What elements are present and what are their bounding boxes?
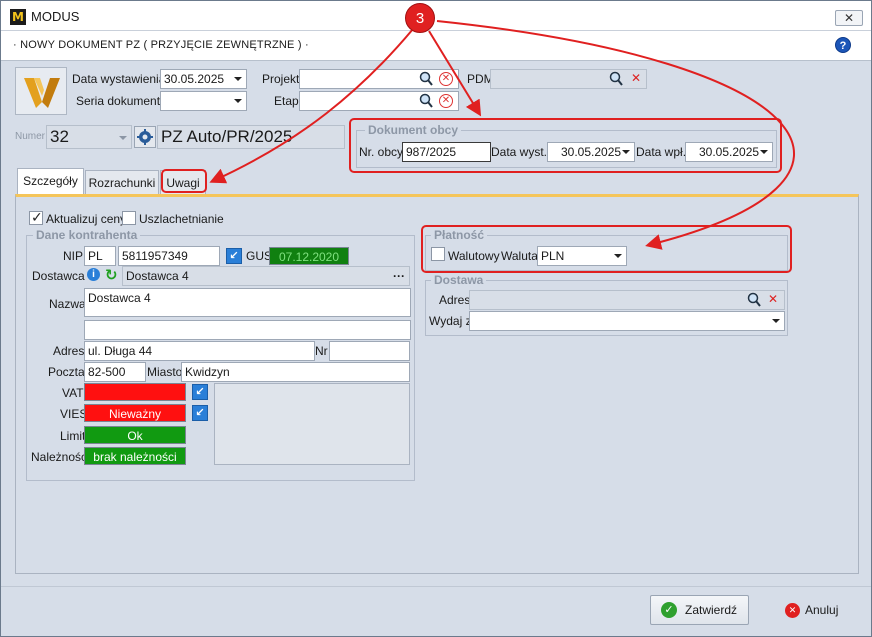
adres-value: ul. Długa 44 xyxy=(88,344,153,358)
miasto-label: Miasto xyxy=(147,365,183,379)
arrow-to-platnosc xyxy=(436,20,795,250)
nr-input[interactable] xyxy=(329,341,410,361)
adres-input[interactable]: ul. Długa 44 xyxy=(84,341,315,361)
poczta-value: 82-500 xyxy=(88,365,126,379)
cancel-button[interactable]: ✕ Anuluj xyxy=(767,595,855,625)
poczta-label: Poczta xyxy=(48,365,85,379)
limit-label: Limit xyxy=(60,429,86,443)
wydaj-z-select[interactable] xyxy=(469,311,785,331)
cancel-icon: ✕ xyxy=(785,603,800,618)
vies-status-badge: Nieważny xyxy=(84,404,186,422)
vat-label: VAT xyxy=(62,386,84,400)
vies-check-button[interactable]: ↙ xyxy=(192,405,208,421)
miasto-input[interactable]: Kwidzyn xyxy=(181,362,410,382)
annotation-arrows xyxy=(209,20,795,250)
vat-check-button[interactable]: ↙ xyxy=(192,384,208,400)
adres-label: Adres xyxy=(53,344,85,358)
notes-area xyxy=(214,383,410,465)
vat-status-badge xyxy=(84,383,186,401)
chevron-down-icon xyxy=(772,319,780,323)
poczta-input[interactable]: 82-500 xyxy=(84,362,146,382)
dialog-window: M MODUS ✕ · NOWY DOKUMENT PZ ( PRZYJĘCIE… xyxy=(0,0,872,637)
annotation-callout-badge: 3 xyxy=(405,3,435,33)
cancel-label: Anuluj xyxy=(805,603,839,617)
naleznosci-status-badge: brak należności xyxy=(84,447,186,465)
nazwa-line2-input[interactable] xyxy=(84,320,411,340)
wydaj-z-label: Wydaj z xyxy=(429,314,472,328)
arrow-to-dokument-obcy xyxy=(428,30,482,117)
check-icon: ✓ xyxy=(661,602,677,618)
limit-status-badge: Ok xyxy=(84,426,186,444)
naleznosci-label: Należności xyxy=(31,450,90,464)
nr-label: Nr xyxy=(315,344,328,358)
confirm-button[interactable]: ✓ Zatwierdź xyxy=(650,595,749,625)
arrow-to-uwagi xyxy=(209,28,414,184)
miasto-value: Kwidzyn xyxy=(185,365,230,379)
confirm-label: Zatwierdź xyxy=(685,603,738,617)
